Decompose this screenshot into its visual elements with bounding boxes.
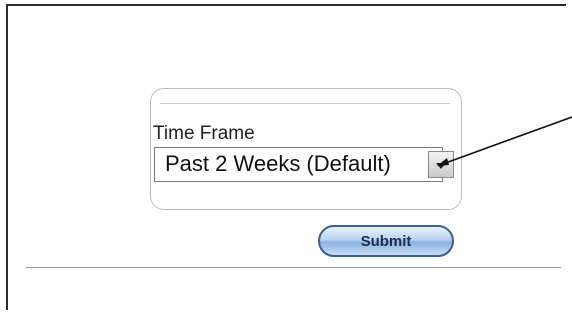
divider: [26, 267, 561, 268]
time-frame-selected-value: Past 2 Weeks (Default): [165, 151, 391, 176]
time-frame-label: Time Frame: [153, 123, 255, 144]
submit-button[interactable]: Submit: [318, 225, 454, 257]
dropdown-arrow-icon[interactable]: [428, 151, 454, 178]
group-separator: [160, 103, 450, 104]
time-frame-select[interactable]: Past 2 Weeks (Default): [154, 147, 443, 182]
